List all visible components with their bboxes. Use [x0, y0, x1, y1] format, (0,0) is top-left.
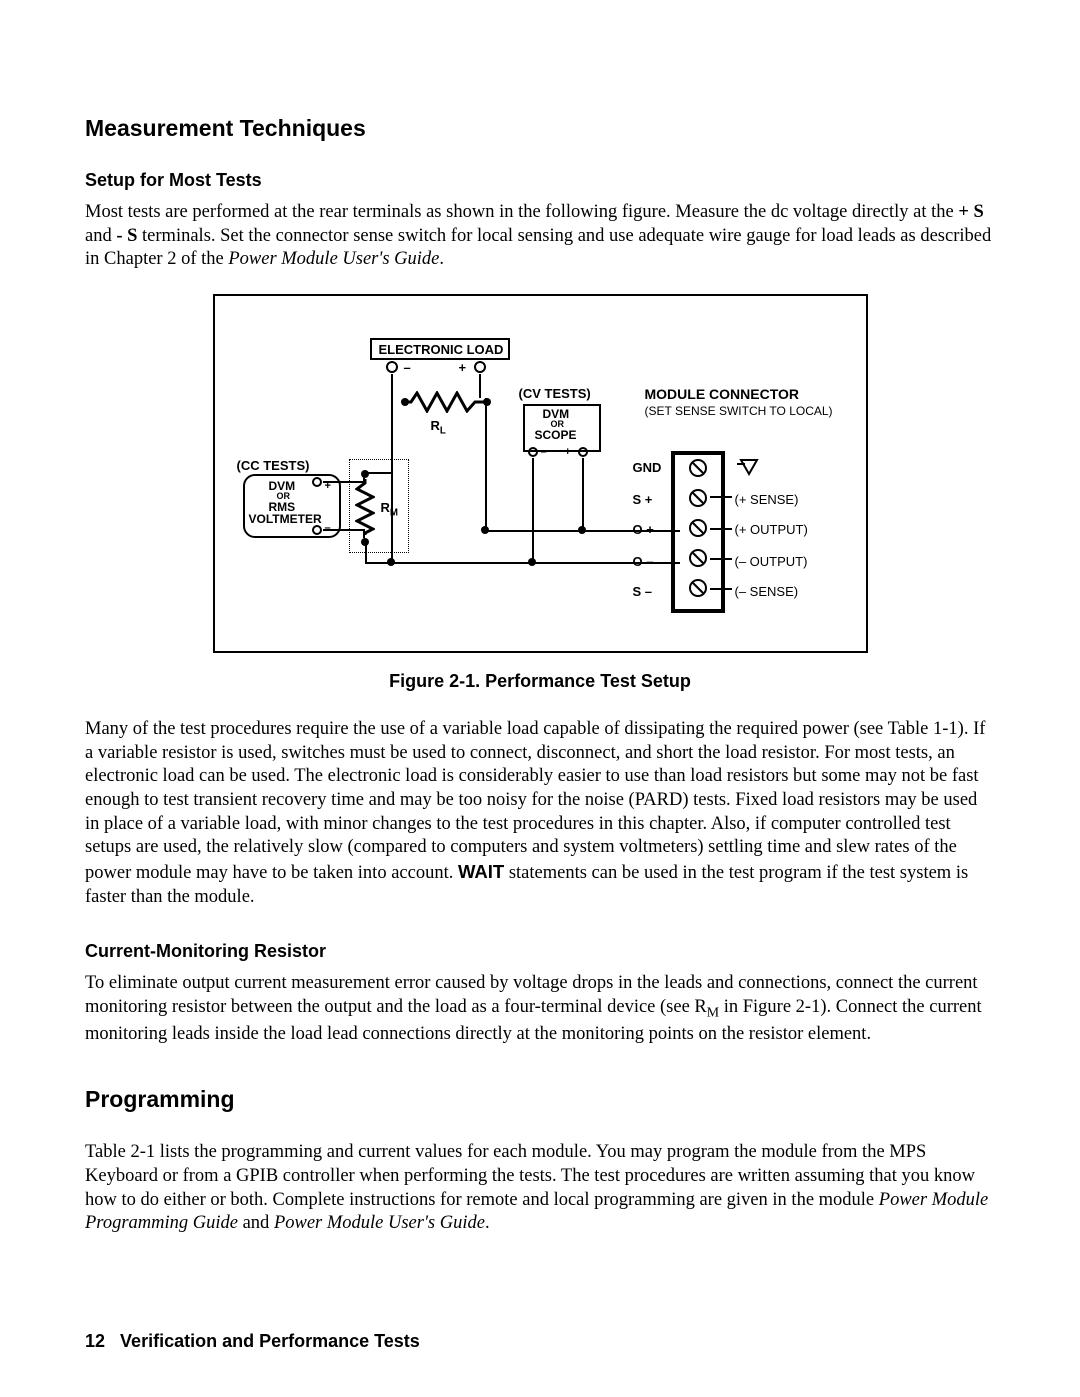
terminal-icon: [577, 446, 589, 458]
paragraph-cmr: To eliminate output current measurement …: [85, 972, 995, 1046]
node-icon: [399, 396, 411, 408]
label-minus-output: (– OUTPUT): [735, 554, 808, 569]
label-minus-sense: (– SENSE): [735, 584, 799, 599]
label-module-connector: MODULE CONNECTOR: [645, 386, 800, 402]
node-icon: [359, 468, 371, 480]
page: Measurement Techniques Setup for Most Te…: [0, 0, 1080, 1286]
paragraph-setup: Most tests are performed at the rear ter…: [85, 201, 995, 272]
heading-measurement-techniques: Measurement Techniques: [85, 115, 995, 142]
label-minus: –: [404, 360, 411, 375]
label-cc-tests: (CC TESTS): [237, 458, 310, 473]
label-cv-tests: (CV TESTS): [519, 386, 591, 401]
heading-current-monitoring-resistor: Current-Monitoring Resistor: [85, 941, 995, 962]
terminal-icon: [311, 476, 323, 488]
node-icon: [526, 556, 538, 568]
label-rm: RM: [381, 500, 399, 519]
label-o-minus: O –: [633, 554, 654, 569]
node-icon: [576, 524, 588, 536]
node-icon: [479, 524, 491, 536]
text: terminals. Set the connector sense switc…: [85, 226, 991, 270]
label-s-plus: S +: [633, 492, 653, 507]
figure-performance-test-setup: ELECTRONIC LOAD – + RL RM: [213, 294, 868, 653]
figure-caption: Figure 2-1. Performance Test Setup: [85, 671, 995, 692]
page-number: 12: [85, 1331, 105, 1351]
heading-programming: Programming: [85, 1086, 995, 1113]
label-scope: SCOPE: [535, 428, 577, 442]
label-o-plus: O +: [633, 522, 654, 537]
label-s-minus: S –: [633, 584, 653, 599]
ground-icon: [737, 452, 761, 476]
label-plus-output: (+ OUTPUT): [735, 522, 808, 537]
text-minus-s: - S: [116, 226, 137, 246]
paragraph-many: Many of the test procedures require the …: [85, 718, 995, 909]
label-plus: +: [459, 360, 467, 375]
label-plus-sense: (+ SENSE): [735, 492, 799, 507]
text: Table 2-1 lists the programming and curr…: [85, 1142, 975, 1209]
node-icon: [385, 556, 397, 568]
text-guide-2: Power Module User's Guide: [274, 1213, 485, 1233]
label-minus: –: [541, 446, 547, 458]
footer-title: Verification and Performance Tests: [120, 1331, 420, 1351]
paragraph-programming: Table 2-1 lists the programming and curr…: [85, 1141, 995, 1236]
label-gnd: GND: [633, 460, 662, 475]
text-rm-sub: M: [707, 1006, 719, 1021]
text: Most tests are performed at the rear ter…: [85, 202, 958, 222]
label-minus: –: [325, 522, 331, 534]
text: Many of the test procedures require the …: [85, 719, 985, 883]
label-rl: RL: [431, 418, 446, 437]
terminal-icon: [311, 524, 323, 536]
page-footer: 12 Verification and Performance Tests: [85, 1331, 420, 1352]
text: and: [85, 226, 116, 246]
text-guide: Power Module User's Guide: [228, 249, 439, 269]
resistor-rl-icon: [405, 391, 485, 413]
heading-setup-for-most-tests: Setup for Most Tests: [85, 170, 995, 191]
label-set-sense: (SET SENSE SWITCH TO LOCAL): [645, 404, 833, 418]
text: and: [238, 1213, 274, 1233]
text-wait: WAIT: [458, 861, 504, 882]
label-electronic-load: ELECTRONIC LOAD: [379, 342, 504, 357]
label-plus: +: [565, 446, 571, 458]
node-icon: [481, 396, 493, 408]
text: .: [485, 1213, 490, 1233]
terminal-icon: [473, 360, 487, 374]
text-plus-s: + S: [958, 202, 983, 222]
terminal-icon: [385, 360, 399, 374]
terminal-icon: [527, 446, 539, 458]
figure-wrap: ELECTRONIC LOAD – + RL RM: [85, 294, 995, 653]
resistor-rm-icon: [355, 479, 375, 535]
text: .: [439, 249, 444, 269]
